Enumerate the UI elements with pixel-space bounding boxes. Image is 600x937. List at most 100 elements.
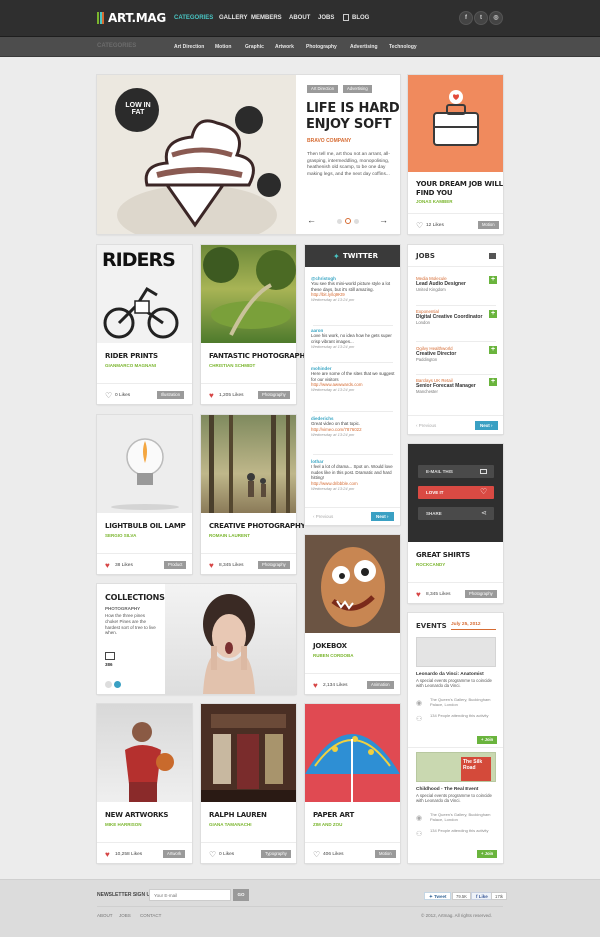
event-1-image[interactable] bbox=[416, 637, 496, 667]
feature-company[interactable]: BRAVO COMPANY bbox=[307, 138, 351, 144]
feature-tag-art-direction[interactable]: Art Direction bbox=[307, 85, 339, 93]
heart-icon[interactable]: ♥ bbox=[313, 682, 321, 690]
card-author[interactable]: SERGIO SILVA bbox=[105, 533, 136, 538]
jokebox-image[interactable] bbox=[305, 535, 400, 633]
card-title[interactable]: CREATIVE PHOTOGRAPHY bbox=[209, 522, 306, 530]
card-tag[interactable]: Artwork bbox=[163, 850, 186, 858]
nav-blog[interactable]: BLOG bbox=[352, 15, 369, 21]
card-author[interactable]: ROMAIN LAURENT bbox=[209, 533, 250, 538]
feature-tag-advertising[interactable]: Advertising bbox=[343, 85, 372, 93]
card-author[interactable]: GIANMARCO MAGNANI bbox=[105, 363, 156, 368]
feature-image[interactable]: LOW IN FAT bbox=[97, 75, 296, 234]
add-job-4-button[interactable]: + bbox=[489, 378, 497, 386]
heart-icon[interactable]: ♥ bbox=[105, 851, 113, 859]
event-1-title[interactable]: Leonardo da Vinci: Anatomist bbox=[416, 672, 484, 677]
nav-jobs[interactable]: JOBS bbox=[318, 15, 334, 21]
card-title[interactable]: FANTASTIC PHOTOGRAPHY bbox=[209, 352, 310, 360]
event-2-image[interactable]: The Silk Road bbox=[416, 752, 496, 782]
feature-next-arrow[interactable]: → bbox=[379, 215, 388, 225]
twitter-prev-button[interactable]: ‹ Previous bbox=[313, 514, 333, 519]
card-tag[interactable]: Motion bbox=[375, 850, 396, 858]
add-job-2-button[interactable]: + bbox=[489, 310, 497, 318]
card-author[interactable]: ROCKCANDY bbox=[416, 562, 445, 567]
facebook-icon[interactable]: f bbox=[459, 11, 473, 25]
like-button[interactable]: f Like bbox=[471, 892, 493, 900]
category-photography[interactable]: Photography bbox=[306, 44, 337, 50]
card-author[interactable]: MIKE HARRISON bbox=[105, 822, 142, 827]
card-title[interactable]: PAPER ART bbox=[313, 811, 354, 819]
card-author[interactable]: ZIM AND ZOU bbox=[313, 822, 342, 827]
jobs-next-button[interactable]: Next › bbox=[475, 421, 498, 430]
twitter-icon[interactable]: t bbox=[474, 11, 488, 25]
lightbulb-image[interactable] bbox=[97, 415, 192, 513]
job-item[interactable]: Ogilvy Healthworld Creative Director Pad… bbox=[416, 346, 498, 362]
category-graphic[interactable]: Graphic bbox=[245, 44, 264, 50]
card-author[interactable]: GIANA TAMANACHI bbox=[209, 822, 252, 827]
logo[interactable]: ART.MAG bbox=[108, 11, 166, 25]
category-advertising[interactable]: Advertising bbox=[350, 44, 378, 50]
dream-job-tag[interactable]: Motion bbox=[478, 221, 499, 229]
ralph-lauren-image[interactable] bbox=[201, 704, 296, 802]
card-tag[interactable]: Illustration bbox=[157, 391, 185, 399]
event-2-title[interactable]: Childhood - The Real Event bbox=[416, 787, 478, 792]
category-technology[interactable]: Technology bbox=[389, 44, 417, 50]
heart-icon[interactable]: ♥ bbox=[105, 562, 113, 570]
nav-about[interactable]: ABOUT bbox=[289, 15, 310, 21]
heart-icon[interactable]: ♡ bbox=[416, 222, 424, 230]
paper-art-image[interactable] bbox=[305, 704, 400, 802]
creative-photography-image[interactable] bbox=[201, 415, 296, 513]
dribbble-icon[interactable]: ◎ bbox=[489, 11, 503, 25]
fantastic-photography-image[interactable] bbox=[201, 245, 296, 343]
card-tag[interactable]: Photography bbox=[258, 561, 290, 569]
job-item[interactable]: Media Molecule Lead Audio Designer Unite… bbox=[416, 276, 498, 292]
heart-icon[interactable]: ♡ bbox=[313, 851, 321, 859]
card-title[interactable]: LIGHTBULB OIL LAMP bbox=[105, 522, 186, 530]
card-tag[interactable]: Photography bbox=[465, 590, 497, 598]
tweet-button[interactable]: ✦ Tweet bbox=[424, 892, 452, 900]
footer-link-about[interactable]: ABOUT bbox=[97, 913, 113, 918]
heart-icon[interactable]: ♥ bbox=[416, 591, 424, 599]
heart-icon[interactable]: ♥ bbox=[209, 562, 217, 570]
dream-job-author[interactable]: JONAS KAMBER bbox=[416, 199, 453, 204]
jobs-prev-button[interactable]: ‹ Previous bbox=[416, 423, 436, 428]
card-tag[interactable]: Typography bbox=[261, 850, 291, 858]
job-item[interactable]: Barclays UK Retail Senior Forecast Manag… bbox=[416, 378, 484, 394]
collections-next-icon[interactable] bbox=[114, 681, 121, 688]
card-author[interactable]: RUBEN CORDOBA bbox=[313, 653, 354, 658]
card-title[interactable]: GREAT SHIRTS bbox=[416, 551, 470, 559]
category-motion[interactable]: Motion bbox=[215, 44, 231, 50]
carousel-dot-3[interactable] bbox=[354, 219, 359, 224]
feature-prev-arrow[interactable]: ← bbox=[307, 215, 316, 225]
collections-image[interactable] bbox=[165, 584, 296, 694]
category-artwork[interactable]: Artwork bbox=[275, 44, 294, 50]
new-artworks-image[interactable] bbox=[97, 704, 192, 802]
event-1-join-button[interactable]: + Join bbox=[477, 736, 498, 744]
event-2-join-button[interactable]: + Join bbox=[477, 850, 498, 858]
heart-icon[interactable]: ♥ bbox=[209, 392, 217, 400]
rider-prints-image[interactable]: RIDERS bbox=[97, 245, 192, 343]
footer-link-contact[interactable]: CONTACT bbox=[140, 913, 161, 918]
nav-members[interactable]: MEMBERS bbox=[251, 15, 282, 21]
card-title[interactable]: RIDER PRINTS bbox=[105, 352, 158, 360]
category-art-direction[interactable]: Art Direction bbox=[174, 44, 204, 50]
add-job-1-button[interactable]: + bbox=[489, 276, 497, 284]
card-title[interactable]: RALPH LAUREN bbox=[209, 811, 267, 819]
carousel-dot-1[interactable] bbox=[337, 219, 342, 224]
collections-category[interactable]: PHOTOGRAPHY bbox=[105, 606, 140, 611]
heart-icon[interactable]: ♡ bbox=[209, 851, 217, 859]
card-title[interactable]: NEW ARTWORKS bbox=[105, 811, 168, 819]
dream-job-image[interactable] bbox=[408, 75, 503, 172]
footer-link-jobs[interactable]: JOBS bbox=[119, 913, 131, 918]
add-job-3-button[interactable]: + bbox=[489, 346, 497, 354]
card-tag[interactable]: Photography bbox=[258, 391, 290, 399]
job-item[interactable]: Exponential Digital Creative Coordinator… bbox=[416, 309, 484, 325]
card-tag[interactable]: Animation bbox=[367, 681, 394, 689]
nav-categories[interactable]: CATEGORIES bbox=[174, 15, 213, 21]
newsletter-email-input[interactable] bbox=[149, 889, 231, 901]
twitter-next-button[interactable]: Next › bbox=[371, 512, 394, 521]
card-tag[interactable]: Product bbox=[164, 561, 187, 569]
card-author[interactable]: CHRISTIAN SCHMIDT bbox=[209, 363, 255, 368]
newsletter-go-button[interactable]: GO bbox=[233, 889, 249, 901]
card-title[interactable]: JOKEBOX bbox=[313, 642, 347, 650]
carousel-dot-2-active[interactable] bbox=[345, 218, 351, 224]
